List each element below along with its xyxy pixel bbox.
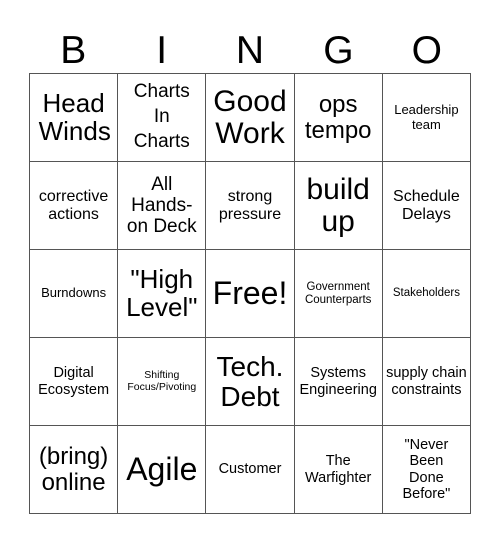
bingo-cell[interactable]: "High Level" xyxy=(118,250,207,338)
bingo-cell[interactable]: Free! xyxy=(206,250,295,338)
bingo-header: B I N G O xyxy=(29,28,471,73)
bingo-cell[interactable]: supply chain constraints xyxy=(382,338,471,426)
cell-text: "Never Been Done Before" xyxy=(402,437,451,502)
bingo-cell[interactable]: Burndowns xyxy=(30,250,119,338)
cell-text: Agile xyxy=(126,450,198,487)
bingo-cell[interactable]: Charts In Charts xyxy=(118,74,207,162)
cell-text: Customer xyxy=(218,461,282,478)
bingo-cell[interactable]: All Hands-on Deck xyxy=(118,162,207,250)
header-letter-b: B xyxy=(60,29,87,72)
cell-text: Schedule Delays xyxy=(393,187,460,223)
bingo-cell[interactable]: Agile xyxy=(118,426,207,514)
bingo-cell[interactable]: Good Work xyxy=(206,74,295,162)
cell-text: "High Level" xyxy=(126,264,198,322)
bingo-cell[interactable]: Systems Engineering xyxy=(294,338,383,426)
bingo-cell[interactable]: Leadership team xyxy=(382,74,471,162)
cell-text: Leadership team xyxy=(394,101,459,132)
cell-text: Good Work xyxy=(213,85,287,150)
bingo-cell[interactable]: Government Counterparts xyxy=(294,250,383,338)
bingo-cell[interactable]: Schedule Delays xyxy=(382,162,471,250)
bingo-cell[interactable]: Head Winds xyxy=(30,74,119,162)
cell-text: ops tempo xyxy=(304,91,372,144)
header-letter-n: N xyxy=(235,29,265,72)
bingo-cell[interactable]: Tech. Debt xyxy=(206,338,295,426)
bingo-cell[interactable]: "Never Been Done Before" xyxy=(382,426,471,514)
cell-text: (bring) online xyxy=(38,443,109,496)
bingo-grid: Head Winds Charts In Charts Good Work op… xyxy=(29,73,471,514)
cell-text: Tech. Debt xyxy=(216,351,284,412)
bingo-cell[interactable]: build up xyxy=(294,162,383,250)
cell-text: Head Winds xyxy=(38,88,111,146)
cell-text: Stakeholders xyxy=(392,287,460,300)
bingo-cell[interactable]: Stakeholders xyxy=(382,250,471,338)
cell-text: Burndowns xyxy=(41,285,107,301)
cell-text: Shifting Focus/Pivoting xyxy=(127,368,197,393)
cell-text: build up xyxy=(306,173,370,238)
bingo-cell[interactable]: Shifting Focus/Pivoting xyxy=(118,338,207,426)
cell-text: supply chain constraints xyxy=(386,365,467,398)
cell-text: Government Counterparts xyxy=(304,280,372,306)
header-letter-g: G xyxy=(323,29,354,72)
cell-text: Digital Ecosystem xyxy=(38,365,110,398)
cell-text: strong pressure xyxy=(218,187,282,223)
bingo-cell[interactable]: strong pressure xyxy=(206,162,295,250)
header-letter-o: O xyxy=(411,29,442,72)
cell-text: All Hands-on Deck xyxy=(126,173,197,238)
header-letter-i: I xyxy=(156,29,168,72)
bingo-cell[interactable]: Digital Ecosystem xyxy=(30,338,119,426)
bingo-cell[interactable]: corrective actions xyxy=(30,162,119,250)
cell-text: corrective actions xyxy=(38,187,109,223)
bingo-cell[interactable]: The Warfighter xyxy=(294,426,383,514)
cell-text: Charts In Charts xyxy=(133,81,190,152)
bingo-cell[interactable]: Customer xyxy=(206,426,295,514)
cell-text: Systems Engineering xyxy=(299,365,377,398)
bingo-cell[interactable]: ops tempo xyxy=(294,74,383,162)
cell-text: The Warfighter xyxy=(305,453,372,486)
cell-text: Free! xyxy=(212,274,288,311)
bingo-cell[interactable]: (bring) online xyxy=(30,426,119,514)
